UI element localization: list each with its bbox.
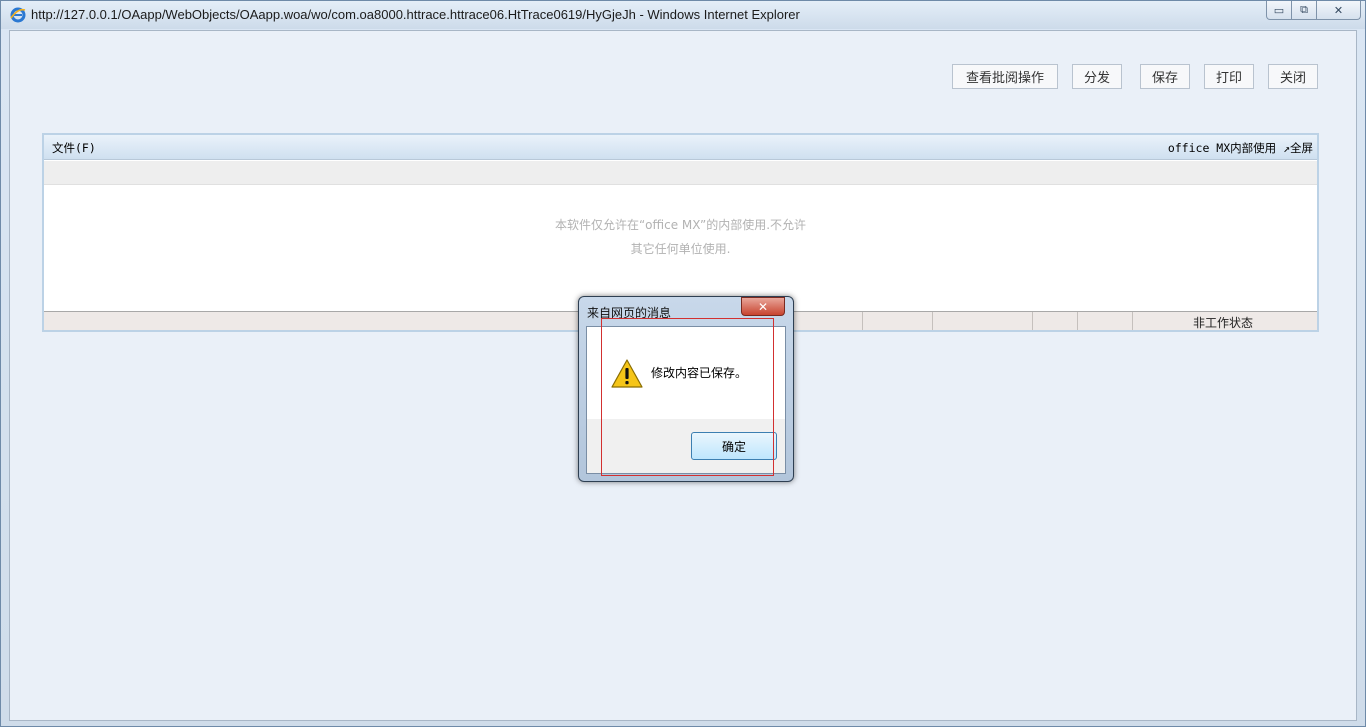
dialog-message: 修改内容已保存。: [651, 366, 748, 380]
license-line-2: 其它任何单位使用.: [630, 242, 731, 256]
maximize-icon: ⧉: [1300, 3, 1308, 16]
file-menu[interactable]: 文件(F): [52, 140, 96, 156]
license-line-1: 本软件仅允许在“office MX”的内部使用.不允许: [554, 218, 807, 232]
status-divider: [1032, 312, 1033, 330]
office-toolbar-strip: [44, 161, 1317, 185]
close-button[interactable]: 关闭: [1268, 64, 1318, 89]
fullscreen-link[interactable]: office MX内部使用 ↗全屏: [1168, 140, 1313, 156]
distribute-button[interactable]: 分发: [1072, 64, 1122, 89]
window-controls: ▭ ⧉ ✕: [1266, 1, 1361, 21]
dialog-message-area: 修改内容已保存。: [587, 327, 785, 419]
close-icon: ✕: [1333, 3, 1344, 17]
status-divider: [862, 312, 863, 330]
title-bar: http://127.0.0.1/OAapp/WebObjects/OAapp.…: [1, 1, 1365, 29]
status-divider: [1132, 312, 1133, 330]
dialog-close-button[interactable]: ✕: [741, 297, 785, 316]
save-button[interactable]: 保存: [1140, 64, 1190, 89]
dialog-body: 修改内容已保存。 确定: [586, 326, 786, 474]
print-button[interactable]: 打印: [1204, 64, 1254, 89]
license-notice: 本软件仅允许在“office MX”的内部使用.不允许 其它任何单位使用.: [44, 213, 1317, 261]
minimize-icon: ▭: [1273, 3, 1285, 17]
view-approval-button[interactable]: 查看批阅操作: [952, 64, 1058, 89]
close-icon: ✕: [757, 299, 769, 314]
office-menubar: 文件(F) office MX内部使用 ↗全屏: [44, 135, 1317, 160]
dialog-title: 来自网页的消息: [587, 306, 672, 320]
status-text: 非工作状态: [1193, 316, 1254, 330]
window-title: http://127.0.0.1/OAapp/WebObjects/OAapp.…: [31, 7, 800, 22]
warning-icon: [611, 359, 643, 388]
status-divider: [1077, 312, 1078, 330]
ok-button[interactable]: 确定: [691, 432, 777, 460]
minimize-button[interactable]: ▭: [1266, 1, 1292, 20]
close-window-button[interactable]: ✕: [1317, 1, 1361, 20]
message-dialog: 来自网页的消息 ✕ 修改内容已保存。 确定: [578, 296, 794, 482]
ie-icon: [10, 7, 26, 23]
maximize-button[interactable]: ⧉: [1292, 1, 1317, 20]
status-divider: [932, 312, 933, 330]
